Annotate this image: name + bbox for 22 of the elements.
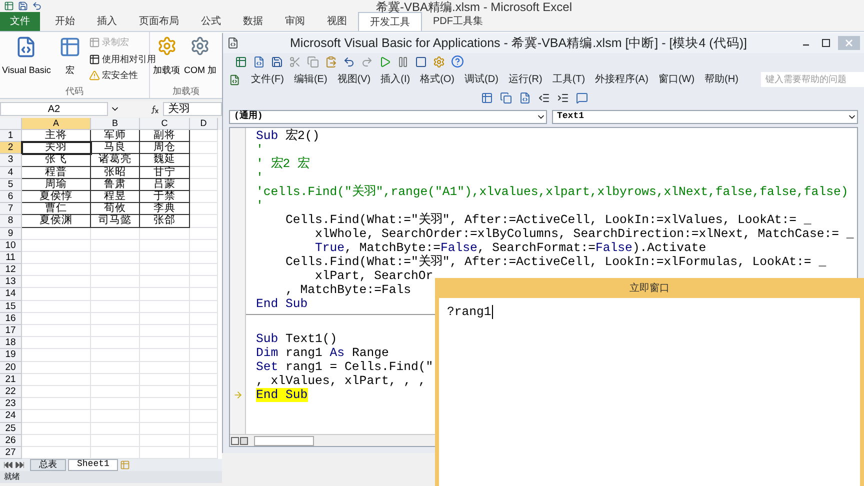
code-line: End Sub (256, 297, 308, 311)
status-text: 就绪 (4, 471, 20, 484)
code-line: ' (256, 171, 264, 185)
code-line: ' (256, 143, 264, 157)
code-line: Sub 宏2() (256, 129, 320, 143)
group-label: 代码 (64, 85, 84, 98)
code-line: ' (256, 199, 264, 213)
window-title: Microsoft Visual Basic for Applications - 希冀-VBA精编.xlsm [中断] - [模块4 (代码)] (289, 34, 748, 52)
code-line: Dim rang1 As Range (256, 346, 389, 360)
code-line: xlWhole, SearchOrder:=xlByColumns, SearchDirection:=xlNext, MatchCase:= _ (314, 227, 854, 241)
code-line: xlPart, SearchOr (314, 269, 434, 283)
group-label: 加载项 (172, 85, 200, 98)
code-line: Set rang1 = Cells.Find(" (256, 360, 434, 374)
code-line: True, MatchByte:=False, SearchFormat:=False).Activate (314, 241, 706, 255)
code-line: Cells.Find(What:="关羽", After:=ActiveCell, LookIn:=xlFormulas, LookAt:= _ (284, 255, 826, 269)
code-line: 'cells.Find("关羽",range("A1"),xlvalues,xlpart,xlbyrows,xlNext,false,false,false) (256, 185, 848, 199)
code-line: Sub Text1() (256, 332, 338, 346)
code-line: , MatchByte:=Fals (284, 283, 411, 297)
code-line: , xlValues, xlPart, , , (256, 374, 426, 388)
code-line: ' 宏2 宏 (256, 157, 310, 171)
window-title: 立即窗口 (628, 282, 670, 296)
code-line: Cells.Find(What:="关羽", After:=ActiveCell, LookIn:=xlValues, LookAt:= _ (284, 213, 812, 227)
